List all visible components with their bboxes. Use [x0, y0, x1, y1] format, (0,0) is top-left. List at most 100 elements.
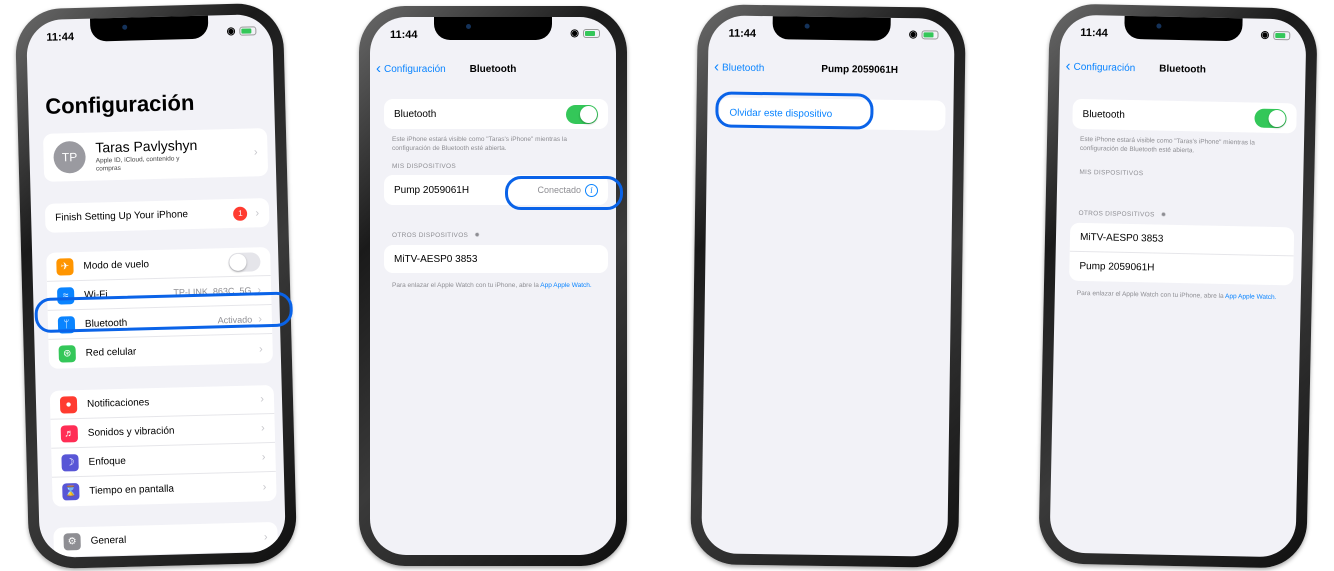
visibility-note: Este iPhone estará visible como "Taras's…: [1079, 135, 1256, 155]
chevron-right-icon: ›: [261, 451, 266, 464]
bluetooth-row-highlight: [34, 291, 294, 334]
watch-note: Para enlazar el Apple Watch con tu iPhon…: [392, 281, 604, 290]
other-devices-label: OTROS DISPOSITIVOS: [392, 232, 469, 239]
phone-1-settings: 11:44 ◉ Configuración TP Taras Pavlyshyn…: [14, 2, 298, 570]
row-label: Red celular: [85, 346, 137, 359]
notch: [772, 15, 891, 41]
navigation-bar: ‹ Configuración Bluetooth: [370, 61, 616, 83]
back-button[interactable]: ‹ Configuración: [376, 60, 446, 77]
settings-row-screen-time[interactable]: ⌛ Tiempo en pantalla ›: [52, 472, 277, 507]
phone-screen: 11:44 ◉ ‹ Configuración Bluetooth Bluetoo…: [1049, 14, 1307, 558]
forget-device-highlight: [715, 91, 874, 130]
moon-icon: ☽: [61, 453, 79, 472]
bluetooth-toggle-group: Bluetooth: [1072, 98, 1297, 134]
gear-icon: ⚙: [63, 533, 81, 551]
chevron-right-icon: ›: [260, 393, 265, 406]
back-button[interactable]: ‹ Configuración: [1065, 57, 1136, 75]
battery-icon: [239, 26, 257, 36]
notch: [89, 14, 209, 42]
row-label: Notificaciones: [86, 396, 150, 410]
settings-row-cellular[interactable]: ⊛ Red celular ›: [48, 334, 273, 369]
profile-subtitle: Apple ID, iCloud, contenido y compras: [95, 155, 180, 173]
battery-icon: [921, 30, 939, 40]
chevron-right-icon: ›: [260, 422, 265, 435]
connected-status-highlight: [505, 176, 623, 210]
phone-screen: 11:44 ◉ ‹ Configuración Bluetooth Bluetoo…: [370, 17, 616, 555]
other-devices-label: OTROS DISPOSITIVOS: [1078, 209, 1155, 219]
bluetooth-toggle-group: Bluetooth: [384, 99, 608, 129]
profile-name: Taras Pavlyshyn: [95, 136, 198, 156]
apple-watch-app-link[interactable]: App Apple Watch.: [540, 282, 591, 289]
watch-note-text: Para enlazar el Apple Watch con tu iPhon…: [1076, 289, 1224, 300]
nav-title: Bluetooth: [469, 64, 517, 75]
visibility-note: Este iPhone estará visible como "Taras's…: [392, 136, 567, 152]
chevron-left-icon: ‹: [376, 60, 381, 77]
finish-setup-label: Finish Setting Up Your iPhone: [55, 209, 189, 224]
notch: [434, 17, 552, 40]
hourglass-icon: ⌛: [62, 483, 80, 501]
back-label: Configuración: [1073, 61, 1136, 74]
phone-screen: 11:44 ◉ Configuración TP Taras Pavlyshyn…: [26, 13, 286, 559]
chevron-right-icon: ›: [255, 206, 260, 219]
device-name: MiTV-AESP0 3853: [394, 253, 478, 265]
other-devices-header: OTROS DISPOSITIVOS ✹: [392, 231, 480, 239]
nav-title: Pump 2059061H: [821, 63, 899, 76]
phone-4-bluetooth-updated: 11:44 ◉ ‹ Configuración Bluetooth Bluetoo…: [1038, 3, 1318, 569]
chevron-left-icon: ‹: [713, 58, 720, 76]
bluetooth-toggle[interactable]: [1254, 108, 1287, 128]
wifi-status-icon: ◉: [908, 29, 918, 41]
phone-3-device-detail: 11:44 ◉ ‹ Bluetooth Pump 2059061H Olvidar…: [690, 4, 966, 568]
row-label: Tiempo en pantalla: [89, 483, 175, 497]
other-devices-header: OTROS DISPOSITIVOS ✹: [1078, 209, 1166, 219]
watch-note-text: Para enlazar el Apple Watch con tu iPhon…: [392, 282, 539, 289]
device-row-pump[interactable]: Pump 2059061H: [1069, 252, 1294, 286]
wifi-status-icon: ◉: [226, 25, 236, 38]
back-label: Bluetooth: [721, 61, 765, 74]
status-time: 11:44: [1080, 26, 1108, 40]
device-name: Pump 2059061H: [1079, 260, 1155, 274]
avatar: TP: [53, 140, 87, 174]
finish-setup-row[interactable]: Finish Setting Up Your iPhone 1 ›: [44, 198, 270, 233]
battery-icon: [583, 29, 600, 38]
battery-icon: [1273, 30, 1291, 41]
notch: [1124, 14, 1243, 42]
profile-card[interactable]: TP Taras Pavlyshyn Apple ID, iCloud, con…: [42, 128, 269, 182]
my-devices-header: MIS DISPOSITIVOS: [1079, 168, 1144, 178]
device-row-mitv[interactable]: MiTV-AESP0 3853: [384, 245, 608, 273]
settings-row-general[interactable]: ⚙ General ›: [53, 522, 278, 557]
speaker-icon: ♬: [60, 424, 79, 443]
general-group: ⚙ General ›: [53, 521, 278, 557]
other-devices-group: MiTV-AESP0 3853 Pump 2059061H: [1069, 222, 1295, 286]
loading-spinner-icon: ✹: [474, 232, 481, 239]
notifications-group: ● Notificaciones › ♬ Sonidos y vibración…: [49, 384, 277, 507]
status-time: 11:44: [46, 31, 75, 44]
chevron-right-icon: ›: [263, 530, 268, 543]
nav-title: Bluetooth: [1159, 63, 1206, 76]
my-devices-header: MIS DISPOSITIVOS: [392, 163, 457, 170]
bluetooth-toggle-label: Bluetooth: [1082, 108, 1125, 121]
chevron-right-icon: ›: [253, 146, 258, 159]
wifi-status-icon: ◉: [570, 28, 579, 39]
bluetooth-toggle[interactable]: [566, 104, 598, 124]
page-title: Configuración: [44, 89, 195, 119]
notification-badge: 1: [233, 206, 248, 221]
status-time: 11:44: [728, 27, 757, 40]
navigation-bar: ‹ Bluetooth Pump 2059061H: [708, 58, 954, 84]
back-button[interactable]: ‹ Bluetooth: [713, 58, 765, 76]
row-label: Modo de vuelo: [83, 258, 150, 272]
apple-watch-app-link[interactable]: App Apple Watch.: [1225, 293, 1277, 301]
device-row-mitv[interactable]: MiTV-AESP0 3853: [1069, 222, 1295, 257]
chevron-right-icon: ›: [262, 480, 267, 493]
device-name: MiTV-AESP0 3853: [1079, 231, 1164, 245]
airplane-mode-toggle[interactable]: [228, 251, 261, 272]
row-label: Sonidos y vibración: [87, 425, 175, 439]
other-devices-group: MiTV-AESP0 3853: [384, 245, 608, 273]
status-time: 11:44: [390, 29, 418, 41]
loading-spinner-icon: ✹: [1160, 211, 1167, 219]
chevron-left-icon: ‹: [1065, 57, 1071, 75]
row-label: Enfoque: [88, 455, 126, 468]
antenna-icon: ⊛: [58, 345, 76, 363]
chevron-right-icon: ›: [258, 342, 263, 355]
bluetooth-toggle-label: Bluetooth: [394, 108, 437, 120]
watch-note: Para enlazar el Apple Watch con tu iPhon…: [1077, 289, 1289, 302]
